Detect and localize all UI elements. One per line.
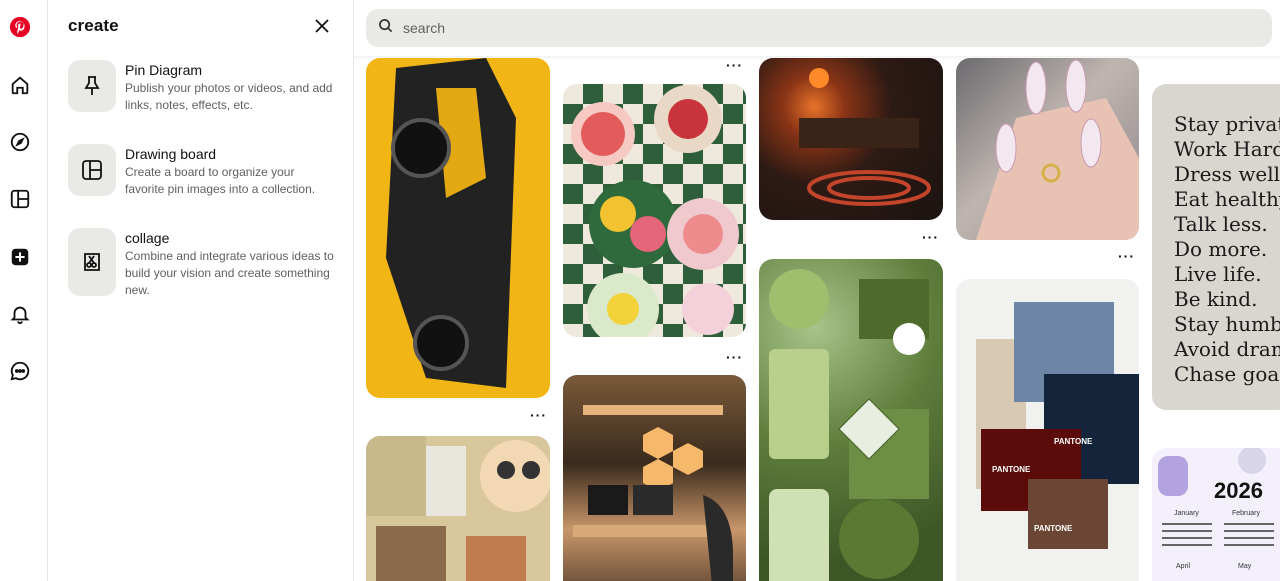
pantone-label: PANTONE [992,465,1031,474]
close-icon[interactable] [310,14,334,38]
bell-icon[interactable] [8,302,32,326]
panel-title: create [68,16,119,35]
left-navigation-rail [0,0,48,581]
pin-desk-setup[interactable] [563,375,746,581]
option-description: Combine and integrate various ideas to b… [125,249,334,297]
pantone-label: PANTONE [1054,437,1093,446]
compass-icon[interactable] [8,130,32,154]
quote-line: Chase goals. [1174,362,1280,386]
calendar-month: April [1176,563,1191,570]
quote-line: Be kind. [1174,287,1258,311]
quote-line: Dress well. [1174,162,1280,186]
calendar-month: February [1232,510,1261,517]
calendar-month: January [1174,510,1199,517]
pin-motivation-quote[interactable]: Stay private. Work Hard. Dress well. Eat… [1152,84,1280,410]
pin-icon [68,60,116,112]
calendar-year: 2026 [1214,478,1263,503]
collage-icon [68,228,116,296]
pin-car[interactable] [366,58,550,398]
pin-more-button[interactable]: ··· [530,408,547,422]
create-panel: create Pin Diagram Publish your photos o… [48,0,354,581]
pantone-label: PANTONE [1034,524,1073,533]
quote-line: Avoid drama [1174,337,1280,361]
chat-icon[interactable] [8,359,32,383]
pin-matcha-collage[interactable] [759,259,943,581]
pin-pantone-swatches[interactable]: PANTONE PANTONE PANTONE [956,279,1139,581]
quote-line: Stay humble [1174,312,1280,336]
quote-line: Talk less. [1174,212,1268,236]
pin-feed: ··· ··· ··· [354,0,1280,581]
pin-fruit-plates[interactable] [563,84,746,337]
search-bar[interactable] [366,9,1272,47]
search-icon [378,18,393,38]
pin-more-button[interactable]: ··· [726,350,743,364]
pinterest-logo-icon[interactable] [8,15,32,39]
home-icon[interactable] [8,73,32,97]
quote-line: Eat healthy. [1174,187,1280,211]
pin-calendar-2026[interactable]: 2026 January February April May [1152,448,1280,581]
board-layout-icon [68,144,116,196]
quote-line: Live life. [1174,262,1262,286]
search-input[interactable] [403,20,1203,36]
create-collage-option[interactable]: collage Combine and integrate various id… [68,228,338,300]
pin-nails[interactable] [956,58,1139,240]
pin-more-button[interactable]: ··· [922,230,939,244]
pin-more-button[interactable]: ··· [726,58,743,72]
quote-line: Stay private. [1174,112,1280,136]
pin-more-button[interactable]: ··· [1118,249,1135,263]
boards-icon[interactable] [8,187,32,211]
calendar-month: May [1238,563,1252,570]
create-board-option[interactable]: Drawing board Create a board to organize… [68,144,338,216]
option-title: Drawing board [125,146,217,162]
plus-icon[interactable] [8,245,32,269]
quote-line: Do more. [1174,237,1268,261]
option-description: Create a board to organize your favorite… [125,165,316,196]
option-title: collage [125,230,170,246]
pin-cozy-room[interactable] [759,58,943,220]
create-pin-option[interactable]: Pin Diagram Publish your photos or video… [68,60,338,132]
option-title: Pin Diagram [125,62,203,78]
pin-cats-collage[interactable] [366,436,550,581]
option-description: Publish your photos or videos, and add l… [125,81,333,112]
quote-line: Work Hard. [1174,137,1280,161]
